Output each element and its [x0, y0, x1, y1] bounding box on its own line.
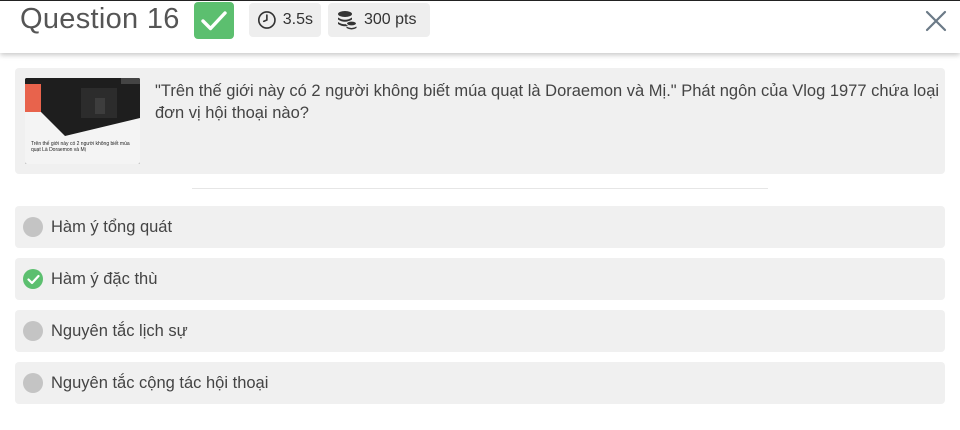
question-header: Question 16 3.5s 300 pts: [0, 0, 960, 53]
timer-icon: [257, 11, 276, 29]
close-icon: [925, 10, 947, 32]
time-pill: 3.5s: [249, 3, 321, 37]
option-3[interactable]: Nguyên tắc lịch sự: [15, 310, 945, 352]
option-label: Nguyên tắc cộng tác hội thoại: [51, 373, 269, 392]
correct-badge: [194, 2, 234, 39]
coins-icon: [338, 11, 357, 30]
option-unselected-icon: [23, 373, 43, 393]
close-button[interactable]: [923, 8, 949, 34]
check-icon: [201, 10, 227, 30]
option-unselected-icon: [23, 217, 43, 237]
option-2[interactable]: Hàm ý đặc thù: [15, 258, 945, 300]
option-unselected-icon: [23, 321, 43, 341]
option-1[interactable]: Hàm ý tổng quát: [15, 206, 945, 248]
question-text: "Trên thế giới này có 2 người không biết…: [155, 82, 940, 122]
question-card: Trên thế giới này có 2 người không biết …: [15, 68, 945, 174]
time-value: 3.5s: [282, 11, 313, 28]
points-pill: 300 pts: [328, 3, 430, 37]
thumbnail-caption: Trên thế giới này có 2 người không biết …: [31, 141, 130, 153]
option-label: Hàm ý đặc thù: [51, 269, 158, 288]
divider: [192, 188, 768, 189]
option-label: Hàm ý tổng quát: [51, 217, 173, 236]
question-thumbnail[interactable]: Trên thế giới này có 2 người không biết …: [25, 78, 140, 164]
option-4[interactable]: Nguyên tắc cộng tác hội thoại: [15, 362, 945, 404]
question-title: Question 16: [20, 3, 180, 35]
correct-check-icon: [23, 269, 43, 289]
points-value: 300 pts: [364, 11, 417, 28]
option-label: Nguyên tắc lịch sự: [51, 321, 188, 340]
